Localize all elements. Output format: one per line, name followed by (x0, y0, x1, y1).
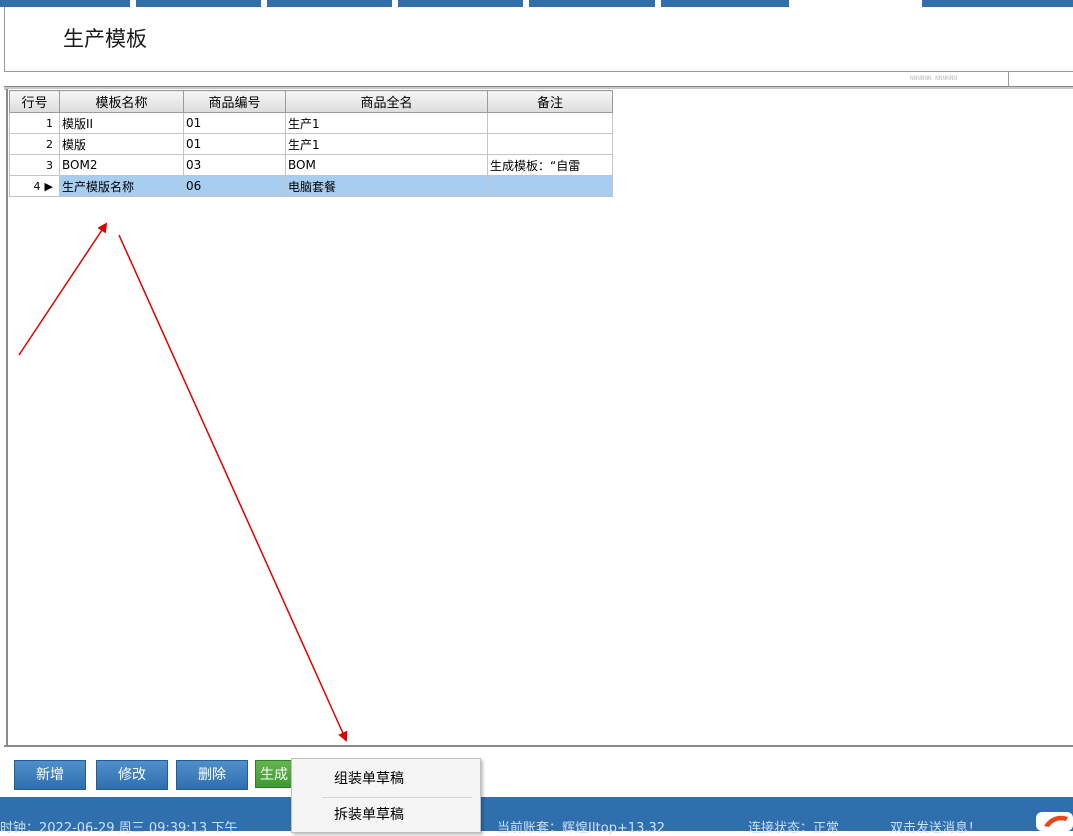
row-number: 3 (9, 154, 60, 176)
cell-product-code[interactable]: 06 (183, 175, 286, 197)
row-number: 4 ▶ (9, 175, 60, 197)
column-header-note[interactable]: 备注 (487, 90, 613, 113)
status-message[interactable]: 双击发送消息！ (890, 817, 981, 836)
page-header: 生产模板 (4, 7, 1073, 71)
template-grid-area: 行号 模板名称 商品编号 商品全名 备注 1 模版II 01 生产1 2 模版 … (6, 89, 1073, 745)
template-table: 行号 模板名称 商品编号 商品全名 备注 1 模版II 01 生产1 2 模版 … (9, 90, 613, 197)
cell-product-fullname[interactable]: 生产1 (285, 112, 488, 134)
generate-dropdown-menu: 组装单草稿 拆装单草稿 (291, 758, 481, 833)
cell-product-code[interactable]: 01 (183, 133, 286, 155)
cell-note[interactable] (487, 112, 613, 134)
cell-product-fullname[interactable]: BOM (285, 154, 488, 176)
row-number: 2 (9, 133, 60, 155)
cell-template-name[interactable]: BOM2 (59, 154, 184, 176)
column-header-product-fullname[interactable]: 商品全名 (285, 90, 488, 113)
status-account: 当前账套：辉煌IItop+13.32 (497, 821, 666, 836)
cell-note[interactable] (487, 175, 613, 197)
cell-template-name[interactable]: 模版 (59, 133, 184, 155)
top-tab-4[interactable] (398, 0, 523, 7)
page-title: 生产模板 (63, 27, 147, 51)
app-logo-icon (1036, 812, 1073, 831)
top-tab-6[interactable] (661, 0, 789, 7)
top-tab-7[interactable] (922, 0, 1073, 7)
add-button[interactable]: 新增 (14, 760, 86, 790)
table-row[interactable]: 1 模版II 01 生产1 (9, 112, 613, 134)
top-tab-1[interactable] (0, 0, 130, 7)
status-clock: 时钟：2022-06-29 周三 09:39:13 下午 (0, 821, 238, 836)
ruler-marks: NNNNNN NNNNNN (910, 75, 957, 82)
bottom-toolbar: 新增 修改 删除 生成 (4, 747, 1073, 797)
menu-item-disassembly-draft[interactable]: 拆装单草稿 (292, 799, 480, 832)
row-number-value: 4 (33, 179, 41, 193)
menu-item-assembly-draft[interactable]: 组装单草稿 (292, 763, 480, 796)
status-connection: 连接状态：正常 (748, 821, 840, 836)
status-bar: 时钟：2022-06-29 周三 09:39:13 下午 当前账套：辉煌IIto… (0, 797, 1073, 836)
column-header-template-name[interactable]: 模板名称 (59, 90, 184, 113)
column-header-product-code[interactable]: 商品编号 (183, 90, 286, 113)
header-divider (4, 71, 1073, 72)
top-tab-strip (0, 0, 1073, 7)
top-tab-3[interactable] (267, 0, 392, 7)
cell-template-name[interactable]: 模版II (59, 112, 184, 134)
table-row[interactable]: 3 BOM2 03 BOM 生成模板：“自雷 (9, 154, 613, 176)
table-row-selected[interactable]: 4 ▶ 生产模版名称 06 电脑套餐 (9, 175, 613, 197)
delete-button[interactable]: 删除 (176, 760, 248, 790)
cell-note[interactable]: 生成模板：“自雷 (487, 154, 613, 176)
cell-product-code[interactable]: 03 (183, 154, 286, 176)
cell-template-name[interactable]: 生产模版名称 (59, 175, 184, 197)
menu-separator (322, 797, 472, 798)
cell-product-fullname[interactable]: 生产1 (285, 133, 488, 155)
row-pointer-icon: ▶ (44, 179, 53, 193)
cell-product-fullname[interactable]: 电脑套餐 (285, 175, 488, 197)
ruler-divider (1008, 72, 1009, 86)
row-number: 1 (9, 112, 60, 134)
table-row[interactable]: 2 模版 01 生产1 (9, 133, 613, 155)
cell-note[interactable] (487, 133, 613, 155)
top-tab-2[interactable] (136, 0, 261, 7)
column-header-row-number[interactable]: 行号 (9, 90, 60, 113)
table-header-row: 行号 模板名称 商品编号 商品全名 备注 (9, 90, 613, 113)
edit-button[interactable]: 修改 (96, 760, 168, 790)
top-tab-5[interactable] (529, 0, 655, 7)
cell-product-code[interactable]: 01 (183, 112, 286, 134)
